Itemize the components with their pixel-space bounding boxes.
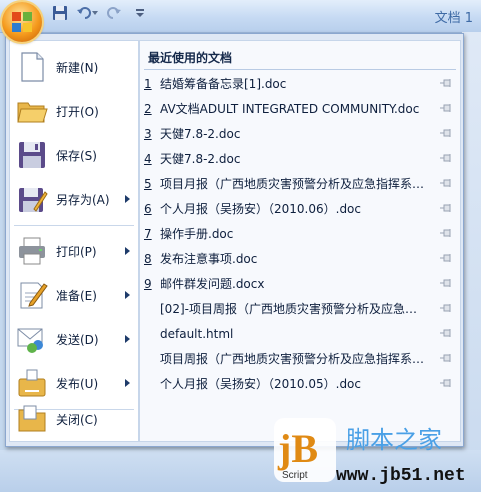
menu-item-label: 新建(N) xyxy=(56,60,99,75)
new-document-icon xyxy=(21,52,44,82)
recent-document-number: 7 xyxy=(144,226,152,241)
pin-icon[interactable] xyxy=(440,378,452,388)
pin-icon[interactable] xyxy=(440,78,452,88)
open-folder-icon xyxy=(17,102,48,123)
menu-item-close[interactable]: 关闭(C) xyxy=(10,397,138,441)
recent-document-item[interactable]: 8 发布注意事项.doc xyxy=(140,246,460,271)
pin-icon[interactable] xyxy=(440,353,452,363)
menu-item-label: 保存(S) xyxy=(56,148,97,163)
recent-document-number: 2 xyxy=(144,101,152,116)
recent-document-item[interactable]: 3 天健7.8-2.doc xyxy=(140,121,460,146)
undo-icon[interactable] xyxy=(76,5,98,23)
submenu-arrow-icon xyxy=(125,247,130,255)
pin-icon[interactable] xyxy=(440,278,452,288)
recent-document-name: 邮件群发问题.docx xyxy=(160,277,265,291)
redo-icon[interactable] xyxy=(106,5,122,23)
customize-toolbar-icon[interactable] xyxy=(134,5,146,23)
window-title: 文档 1 xyxy=(434,11,473,26)
recent-divider xyxy=(144,69,456,70)
menu-item-label: 另存为(A) xyxy=(56,192,110,207)
menu-item-send[interactable]: 发送(D) xyxy=(10,317,138,361)
recent-document-name: default.html xyxy=(160,326,234,341)
recent-documents-panel: 最近使用的文档 1 结婚筹备备忘录[1].doc 2 AV文档ADULT INTEGR… xyxy=(139,40,461,442)
recent-document-item[interactable]: 4 天健7.8-2.doc xyxy=(140,146,460,171)
submenu-arrow-icon xyxy=(125,291,130,299)
pin-icon[interactable] xyxy=(440,328,452,338)
office-button[interactable] xyxy=(2,2,42,42)
recent-document-name: 个人月报（吴扬安）（2010.06）.doc xyxy=(160,202,361,216)
pin-icon[interactable] xyxy=(440,103,452,113)
pin-icon[interactable] xyxy=(440,253,452,263)
pin-icon[interactable] xyxy=(440,228,452,238)
recent-document-name: 操作手册.doc xyxy=(160,227,234,241)
recent-document-item[interactable]: 7 操作手册.doc xyxy=(140,221,460,246)
watermark-script-text: Script xyxy=(282,470,308,481)
menu-item-label: 关闭(C) xyxy=(56,412,98,427)
save-as-icon xyxy=(19,188,48,212)
submenu-arrow-icon xyxy=(125,335,130,343)
recent-document-number: 4 xyxy=(144,151,152,166)
printer-icon xyxy=(19,237,45,265)
menu-item-prepare[interactable]: 准备(E) xyxy=(10,273,138,317)
site-watermark: jB Script 脚本之家 www.jb51.net xyxy=(274,418,466,486)
watermark-site-name: 脚本之家 xyxy=(346,426,442,454)
recent-document-item[interactable]: [02]-项目周报（广西地质灾害预警分析及应急指... xyxy=(140,296,460,321)
menu-item-label: 发布(U) xyxy=(56,376,99,391)
recent-document-name: 天健7.8-2.doc xyxy=(160,127,241,141)
title-bar: 文档 1 xyxy=(0,0,481,33)
pin-icon[interactable] xyxy=(440,153,452,163)
menu-item-label: 打开(O) xyxy=(56,104,99,119)
recent-document-name: 结婚筹备备忘录[1].doc xyxy=(160,77,287,91)
recent-document-name: 项目月报（广西地质灾害预警分析及应急指挥系统... xyxy=(160,177,428,191)
recent-document-name: [02]-项目周报（广西地质灾害预警分析及应急指... xyxy=(160,302,428,316)
recent-document-name: 个人月报（吴扬安）（2010.05）.doc xyxy=(160,377,361,391)
menu-commands: 新建(N) 打开(O) 保存(S) 另存为(A) 打印(P) 准备(E) 发送(… xyxy=(9,40,139,442)
submenu-arrow-icon xyxy=(125,379,130,387)
pin-icon[interactable] xyxy=(440,178,452,188)
recent-document-name: 项目周报（广西地质灾害预警分析及应急指挥系统... xyxy=(160,352,428,366)
office-menu: 新建(N) 打开(O) 保存(S) 另存为(A) 打印(P) 准备(E) 发送(… xyxy=(5,33,464,447)
menu-item-label: 准备(E) xyxy=(56,288,97,303)
prepare-icon xyxy=(20,282,48,309)
publish-icon xyxy=(18,369,46,397)
menu-divider xyxy=(14,225,134,226)
submenu-arrow-icon xyxy=(125,195,130,203)
save-icon[interactable] xyxy=(52,5,68,23)
recent-document-number: 6 xyxy=(144,201,152,216)
watermark-site-url: www.jb51.net xyxy=(336,466,466,486)
office-logo-icon xyxy=(12,12,32,32)
recent-document-item[interactable]: 个人月报（吴扬安）（2010.05）.doc xyxy=(140,371,460,396)
menu-item-new[interactable]: 新建(N) xyxy=(10,45,138,89)
menu-item-save[interactable]: 保存(S) xyxy=(10,133,138,177)
recent-document-name: 发布注意事项.doc xyxy=(160,252,258,266)
recent-document-name: AV文档ADULT INTEGRATED COMMUNITY.doc xyxy=(160,102,420,116)
recent-document-item[interactable]: 5 项目月报（广西地质灾害预警分析及应急指挥系统... xyxy=(140,171,460,196)
pin-icon[interactable] xyxy=(440,203,452,213)
pin-icon[interactable] xyxy=(440,128,452,138)
menu-item-open[interactable]: 打开(O) xyxy=(10,89,138,133)
recent-document-number: 3 xyxy=(144,126,152,141)
recent-document-item[interactable]: 项目周报（广西地质灾害预警分析及应急指挥系统... xyxy=(140,346,460,371)
watermark-logo-text: jB xyxy=(277,426,318,471)
menu-item-save-as[interactable]: 另存为(A) xyxy=(10,177,138,221)
recent-document-number: 8 xyxy=(144,251,152,266)
pin-icon[interactable] xyxy=(440,303,452,313)
close-folder-icon xyxy=(18,405,46,432)
recent-document-number: 1 xyxy=(144,76,152,91)
menu-item-label: 发送(D) xyxy=(56,332,99,347)
send-icon xyxy=(17,328,43,353)
menu-item-label: 打印(P) xyxy=(56,244,97,259)
menu-item-print[interactable]: 打印(P) xyxy=(10,229,138,273)
recent-document-number: 9 xyxy=(144,276,152,291)
recent-document-item[interactable]: 6 个人月报（吴扬安）（2010.06）.doc xyxy=(140,196,460,221)
recent-document-item[interactable]: 2 AV文档ADULT INTEGRATED COMMUNITY.doc xyxy=(140,96,460,121)
recent-document-item[interactable]: 9 邮件群发问题.docx xyxy=(140,271,460,296)
recent-document-item[interactable]: default.html xyxy=(140,321,460,346)
recent-document-name: 天健7.8-2.doc xyxy=(160,152,241,166)
recent-documents-title: 最近使用的文档 xyxy=(148,51,233,65)
recent-document-number: 5 xyxy=(144,176,152,191)
recent-document-item[interactable]: 1 结婚筹备备忘录[1].doc xyxy=(140,71,460,96)
save-disk-icon xyxy=(19,142,45,168)
